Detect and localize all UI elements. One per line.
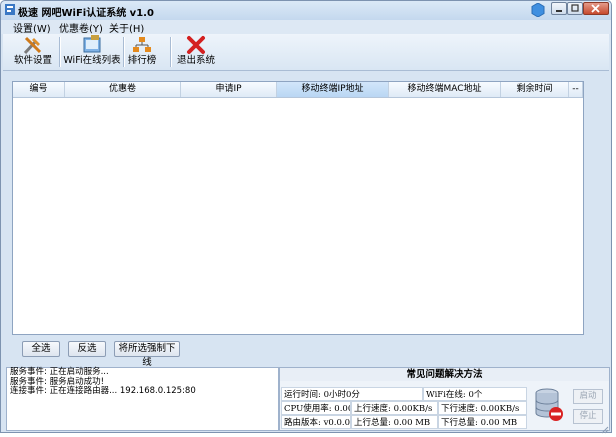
stop-service-button[interactable]: 停止 [573, 409, 603, 424]
column-header-id[interactable]: 编号 [13, 82, 65, 97]
menu-coupons[interactable]: 优惠卷(Y) [59, 20, 103, 35]
download-speed: 下行速度: 0.00KB/s [438, 401, 527, 415]
wifi-online-count: WiFi在线: 0个 [423, 387, 527, 401]
column-header-device-ip[interactable]: 移动终端IP地址 [277, 82, 389, 97]
upload-speed: 上行速度: 0.00KB/s [351, 401, 438, 415]
menu-bar: 设置(W) 优惠卷(Y) 关于(H) [1, 20, 611, 35]
toolbar-separator [170, 37, 172, 67]
table-header: 编号 优惠卷 申请IP 移动终端IP地址 移动终端MAC地址 剩余时间 -- [13, 82, 583, 98]
exit-toolbar-button[interactable]: 退出系统 [175, 34, 217, 70]
status-panel: 常见问题解决方法 运行时间: 0小时0分 WiFi在线: 0个 CPU使用率: … [279, 367, 610, 431]
event-log[interactable]: 服务事件: 正在启动服务... 服务事件: 服务启动成功! 连接事件: 正在连接… [6, 367, 279, 431]
toolbar: 软件设置 WiFi在线列表 排行榜 退出系统 [3, 34, 609, 71]
force-offline-button[interactable]: 将所选强制下线 [114, 341, 180, 368]
run-time: 运行时间: 0小时0分 [281, 387, 423, 401]
settings-toolbar-button[interactable]: 软件设置 [11, 34, 55, 70]
toolbar-label: WiFi在线列表 [63, 55, 121, 66]
maximize-button[interactable] [567, 2, 583, 15]
column-header-coupon[interactable]: 优惠卷 [65, 82, 181, 97]
start-service-button[interactable]: 启动 [573, 389, 603, 404]
close-icon [591, 4, 600, 13]
upload-total: 上行总量: 0.00 MB [351, 415, 438, 429]
column-header-request-ip[interactable]: 申请IP [181, 82, 277, 97]
window-title: 极速 网吧WiFi认证系统 v1.0 [18, 8, 154, 19]
tools-icon [23, 36, 42, 55]
minimize-icon [556, 10, 562, 12]
ranking-icon [133, 37, 151, 52]
close-button[interactable] [583, 2, 609, 15]
column-header-remaining-time[interactable]: 剩余时间 [501, 82, 569, 97]
minimize-button[interactable] [551, 2, 567, 15]
invert-selection-button[interactable]: 反选 [68, 341, 106, 357]
column-header-device-mac[interactable]: 移动终端MAC地址 [389, 82, 501, 97]
toolbar-label: 排行榜 [127, 55, 157, 66]
select-all-button[interactable]: 全选 [22, 341, 60, 357]
faq-link[interactable]: 常见问题解决方法 [280, 368, 609, 381]
resize-grip-icon[interactable] [599, 424, 609, 434]
menu-settings[interactable]: 设置(W) [13, 20, 51, 35]
maximize-icon [571, 4, 579, 12]
database-service-icon [535, 388, 563, 421]
wifi-list-toolbar-button[interactable]: WiFi在线列表 [63, 34, 121, 70]
download-total: 下行总量: 0.00 MB [438, 415, 527, 429]
app-icon [5, 4, 15, 15]
main-window: 极速 网吧WiFi认证系统 v1.0 设置(W) 优惠卷(Y) 关于(H) 软件… [0, 0, 612, 434]
red-x-icon [187, 36, 205, 54]
device-list-icon [83, 35, 101, 53]
ranking-toolbar-button[interactable]: 排行榜 [125, 34, 159, 70]
column-header-extra[interactable]: -- [569, 82, 583, 97]
router-version: 路由版本: v0.0.0 [281, 415, 351, 429]
help-icon[interactable] [531, 3, 545, 17]
toolbar-label: 退出系统 [176, 55, 215, 66]
toolbar-separator [59, 37, 61, 67]
log-line: 连接事件: 正在连接路由器... 192.168.0.125:80 [10, 386, 196, 396]
title-bar[interactable]: 极速 网吧WiFi认证系统 v1.0 [1, 1, 611, 20]
menu-about[interactable]: 关于(H) [109, 20, 144, 35]
cpu-usage: CPU使用率: 0.00% [281, 401, 351, 415]
online-users-table[interactable]: 编号 优惠卷 申请IP 移动终端IP地址 移动终端MAC地址 剩余时间 -- [12, 81, 584, 335]
toolbar-label: 软件设置 [13, 55, 52, 66]
